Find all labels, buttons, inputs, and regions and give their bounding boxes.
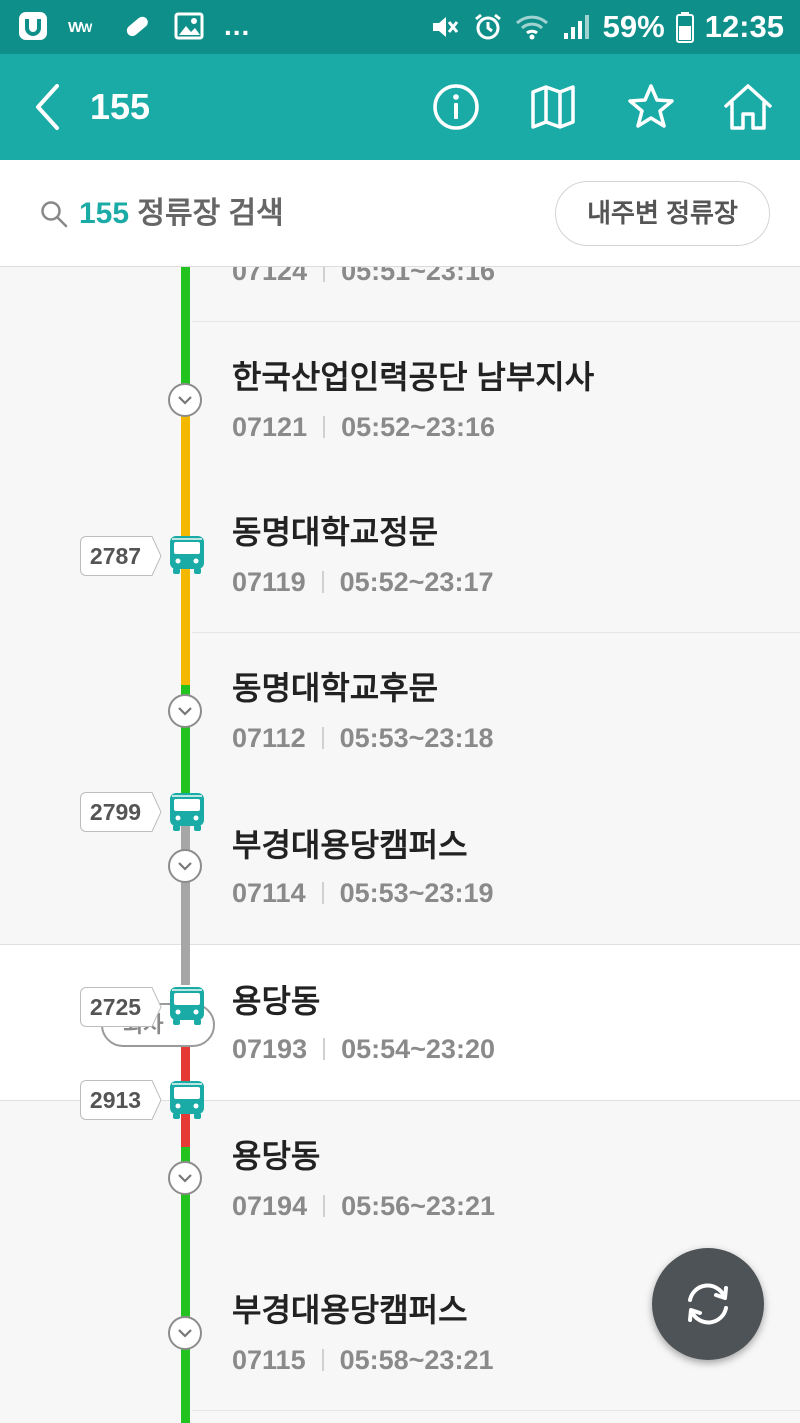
stop-id: 07119 [232,567,306,597]
bus-plate-tag[interactable]: 2787 [80,536,162,576]
svg-text:W: W [81,21,93,35]
search-route-number: 155 [79,197,130,230]
stop-name: 동명대학교정문 [232,514,439,550]
status-bar: WW ... 59% 12:35 [0,0,800,54]
stop-info: 07119 05:52~23:17 [232,565,493,599]
refresh-button[interactable] [652,1248,764,1360]
wifi-icon [515,10,549,44]
battery-percent: 59% [602,9,665,44]
refresh-icon [688,1283,728,1325]
stop-info: 07124 05:51~23:16 [232,267,495,288]
stop-name: 부경대용당캠퍼스 [232,827,468,863]
bus-plate-number: 2799 [80,792,150,832]
image-icon [172,9,206,43]
stop-info: 07121 05:52~23:16 [232,410,495,444]
bus-plate-number: 2913 [80,1080,150,1120]
stop-list: 07124 05:51~23:16 한국산업인력공단 남부지사 07121 05:5… [0,267,800,1423]
stop-search-input[interactable]: 155 정류장 검색 [79,193,284,235]
separator [321,882,324,904]
stop-hours: 05:53~23:19 [339,878,494,908]
stop-hours: 05:51~23:16 [341,267,495,286]
stop-info: 07112 05:53~23:18 [232,721,493,755]
overflow-dots: ... [224,10,251,41]
signal-icon [559,10,593,44]
bus-plate-tag[interactable]: 2913 [80,1080,162,1120]
stop-id: 07194 [232,1191,308,1221]
system-icons: 59% 12:35 [427,9,784,45]
separator [323,267,326,282]
stop-info: 07194 05:56~23:21 [232,1189,495,1223]
clock: 12:35 [704,9,784,44]
stop-row[interactable]: 한국산업인력공단 남부지사 07121 05:52~23:16 [0,322,800,478]
stop-info: 07114 05:53~23:19 [232,876,493,910]
separator [321,571,324,593]
separator [323,1195,326,1217]
stop-info: 07115 05:58~23:21 [232,1343,493,1377]
stop-hours: 05:52~23:17 [339,567,494,597]
favorite-button[interactable] [625,81,677,133]
uplus-icon [16,9,50,43]
stop-hours: 05:56~23:21 [341,1191,495,1221]
stop-hours: 05:54~23:20 [341,1034,495,1064]
bus-icon[interactable] [168,792,206,832]
stop-chevron-icon[interactable] [168,1316,202,1350]
home-icon [724,84,772,130]
bus-plate-tag[interactable]: 2799 [80,792,162,832]
search-icon [41,201,68,228]
stop-chevron-icon[interactable] [168,694,202,728]
mute-icon [427,10,461,44]
stop-name: 용당동 [232,1138,321,1174]
pill-icon [120,9,154,43]
search-label: 정류장 검색 [129,197,284,230]
wifi-text-icon: WW [68,9,102,43]
bus-icon[interactable] [168,1080,206,1120]
stop-chevron-icon[interactable] [168,849,202,883]
route-segment-smooth [181,267,190,387]
app-bar: 155 [0,54,800,160]
stop-name: 동명대학교후문 [232,670,439,706]
stop-id: 07121 [232,412,308,442]
bus-icon[interactable] [168,535,206,575]
separator [323,1038,326,1060]
stop-id: 07114 [232,878,306,908]
stop-info: 07193 05:54~23:20 [232,1032,495,1066]
separator [323,416,326,438]
stop-chevron-icon[interactable] [168,1161,202,1195]
bus-plate-number: 2787 [80,536,150,576]
stop-row[interactable]: 용당동 07194 05:56~23:21 [0,1100,800,1256]
stop-chevron-icon[interactable] [168,383,202,417]
stop-hours: 05:53~23:18 [339,723,494,753]
stop-hours: 05:58~23:21 [339,1345,494,1375]
map-icon [531,85,575,129]
separator [321,727,324,749]
stop-hours: 05:52~23:16 [341,412,495,442]
info-button[interactable] [430,81,482,133]
stop-name: 용당동 [232,983,321,1019]
back-button[interactable] [22,80,72,134]
info-icon [433,84,479,130]
bus-plate-number: 2725 [80,987,150,1027]
bus-plate-tag[interactable]: 2725 [80,987,162,1027]
stop-id: 07193 [232,1034,308,1064]
map-button[interactable] [527,81,579,133]
star-icon [628,84,674,128]
stop-row[interactable]: 07124 05:51~23:16 [0,267,800,322]
home-button[interactable] [722,81,774,133]
stop-name: 한국산업인력공단 남부지사 [232,359,595,395]
nearby-stops-button[interactable]: 내주변 정류장 [555,181,770,246]
battery-icon [675,10,695,44]
stop-id: 07124 [232,267,308,286]
separator [321,1349,324,1371]
stop-name: 부경대용당캠퍼스 [232,1292,468,1328]
route-number-title: 155 [90,86,151,127]
stop-id: 07115 [232,1345,306,1375]
stop-id: 07112 [232,723,306,753]
alarm-icon [471,10,505,44]
bus-icon[interactable] [168,986,206,1026]
notification-icons: WW ... [16,9,250,43]
back-arrow-icon [36,84,59,130]
divider [192,1410,800,1411]
stop-row[interactable]: 동명대학교후문 07112 05:53~23:18 [0,633,800,789]
